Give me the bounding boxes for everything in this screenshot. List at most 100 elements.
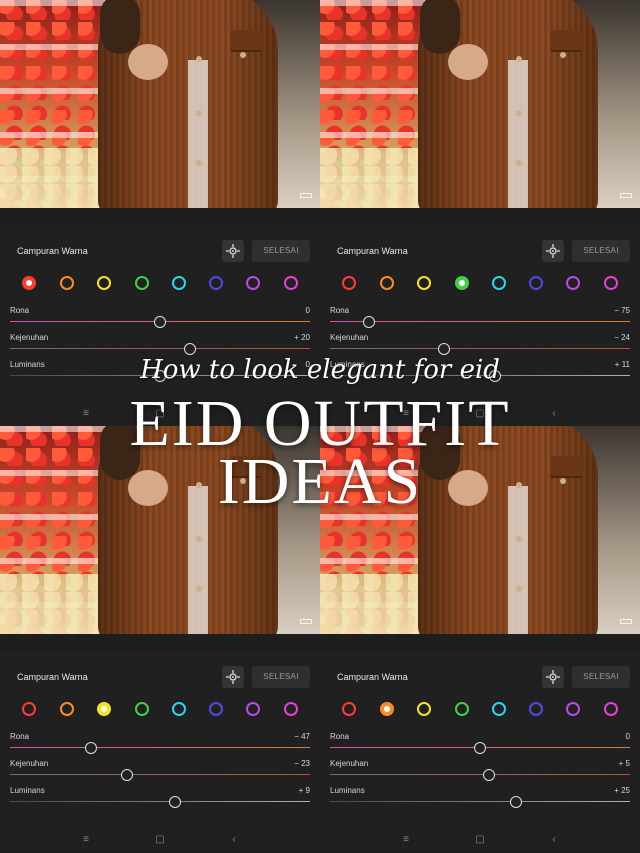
swatch-orange[interactable] bbox=[380, 702, 394, 716]
jacket-button bbox=[516, 110, 522, 116]
jacket-button bbox=[196, 110, 202, 116]
swatch-green[interactable] bbox=[135, 276, 149, 290]
color-mix-panel: Campuran Warna SELESAI Rona − 47 Kejenuhan − … bbox=[0, 652, 320, 852]
overlay-title-line2: IDEAS bbox=[217, 445, 423, 518]
done-button[interactable]: SELESAI bbox=[252, 240, 310, 262]
photo-badge-icon bbox=[620, 619, 632, 624]
slider-knob[interactable] bbox=[121, 769, 133, 781]
outfit-photo bbox=[320, 0, 640, 208]
overlay-subtitle: How to look elegant for eid bbox=[140, 355, 500, 385]
slider-fill bbox=[330, 348, 630, 349]
swatch-yellow[interactable] bbox=[97, 276, 111, 290]
slider-value: − 47 bbox=[294, 732, 310, 741]
swatch-purple[interactable] bbox=[246, 702, 260, 716]
slider-label: Rona bbox=[10, 306, 30, 315]
slider-knob[interactable] bbox=[184, 343, 196, 355]
swatch-green[interactable] bbox=[455, 702, 469, 716]
swatch-orange[interactable] bbox=[380, 276, 394, 290]
slider-value: − 24 bbox=[614, 333, 630, 342]
swatch-aqua[interactable] bbox=[172, 276, 186, 290]
menu-icon[interactable]: ≡ bbox=[80, 834, 92, 846]
target-adjust-button[interactable] bbox=[542, 240, 564, 262]
back-icon[interactable]: ‹ bbox=[228, 834, 240, 846]
slider-knob[interactable] bbox=[483, 769, 495, 781]
swatch-yellow[interactable] bbox=[417, 702, 431, 716]
home-icon[interactable]: ▢ bbox=[154, 834, 166, 846]
swatch-red[interactable] bbox=[342, 276, 356, 290]
slider-label: Kejenuhan bbox=[330, 333, 369, 342]
menu-icon[interactable]: ≡ bbox=[400, 834, 412, 846]
jacket-pocket bbox=[230, 30, 262, 52]
back-icon[interactable]: ‹ bbox=[548, 834, 560, 846]
slider-knob[interactable] bbox=[510, 796, 522, 808]
swatch-blue[interactable] bbox=[529, 702, 543, 716]
slider-row-kejenuhan: Kejenuhan − 23 bbox=[0, 759, 320, 785]
jacket-button bbox=[516, 56, 522, 62]
slider-knob[interactable] bbox=[85, 742, 97, 754]
slider-row-rona: Rona 0 bbox=[0, 306, 320, 332]
slider-fill bbox=[10, 774, 310, 775]
color-swatches bbox=[0, 702, 320, 718]
jacket-button bbox=[196, 160, 202, 166]
color-swatches bbox=[320, 276, 640, 292]
slider-knob[interactable] bbox=[438, 343, 450, 355]
slider-label: Rona bbox=[330, 732, 350, 741]
target-adjust-button[interactable] bbox=[542, 666, 564, 688]
swatch-aqua[interactable] bbox=[492, 702, 506, 716]
slider-label: Rona bbox=[330, 306, 350, 315]
swatch-purple[interactable] bbox=[566, 702, 580, 716]
target-adjust-button[interactable] bbox=[222, 666, 244, 688]
swatch-orange[interactable] bbox=[60, 702, 74, 716]
slider-knob[interactable] bbox=[474, 742, 486, 754]
photo-badge-icon bbox=[300, 193, 312, 198]
swatch-purple[interactable] bbox=[246, 276, 260, 290]
done-button[interactable]: SELESAI bbox=[572, 666, 630, 688]
swatch-yellow[interactable] bbox=[417, 276, 431, 290]
slider-value: 0 bbox=[305, 306, 310, 315]
slider-knob[interactable] bbox=[169, 796, 181, 808]
swatch-magenta[interactable] bbox=[284, 702, 298, 716]
swatch-blue[interactable] bbox=[529, 276, 543, 290]
swatch-blue[interactable] bbox=[209, 276, 223, 290]
swatch-red[interactable] bbox=[342, 702, 356, 716]
jacket-button bbox=[516, 586, 522, 592]
photo-badge-icon bbox=[620, 193, 632, 198]
swatch-magenta[interactable] bbox=[604, 276, 618, 290]
jacket-button bbox=[240, 52, 246, 58]
swatch-magenta[interactable] bbox=[604, 702, 618, 716]
swatch-purple[interactable] bbox=[566, 276, 580, 290]
home-icon[interactable]: ▢ bbox=[474, 834, 486, 846]
slider-label: Kejenuhan bbox=[10, 333, 49, 342]
done-button[interactable]: SELESAI bbox=[572, 240, 630, 262]
swatch-aqua[interactable] bbox=[172, 702, 186, 716]
swatch-orange[interactable] bbox=[60, 276, 74, 290]
hand bbox=[128, 44, 168, 80]
swatch-yellow[interactable] bbox=[97, 702, 111, 716]
swatch-aqua[interactable] bbox=[492, 276, 506, 290]
swatch-magenta[interactable] bbox=[284, 276, 298, 290]
slider-value: + 20 bbox=[294, 333, 310, 342]
system-nav-bar: ≡ ▢ ‹ bbox=[320, 830, 640, 850]
jacket-button bbox=[516, 536, 522, 542]
slider-knob[interactable] bbox=[363, 316, 375, 328]
slider-knob[interactable] bbox=[154, 316, 166, 328]
panel-title: Campuran Warna bbox=[337, 246, 408, 256]
slider-row-rona: Rona − 75 bbox=[320, 306, 640, 332]
done-button[interactable]: SELESAI bbox=[252, 666, 310, 688]
panel-header: Campuran Warna SELESAI bbox=[0, 664, 320, 690]
slider-label: Luminans bbox=[330, 786, 365, 795]
swatch-blue[interactable] bbox=[209, 702, 223, 716]
panel-title: Campuran Warna bbox=[17, 246, 88, 256]
slider-value: + 5 bbox=[618, 759, 630, 768]
swatch-green[interactable] bbox=[455, 276, 469, 290]
swatch-red[interactable] bbox=[22, 276, 36, 290]
swatch-red[interactable] bbox=[22, 702, 36, 716]
slider-label: Kejenuhan bbox=[10, 759, 49, 768]
color-swatches bbox=[0, 276, 320, 292]
swatch-green[interactable] bbox=[135, 702, 149, 716]
slider-value: 0 bbox=[625, 732, 630, 741]
target-icon bbox=[546, 670, 560, 684]
jacket-button bbox=[516, 160, 522, 166]
target-adjust-button[interactable] bbox=[222, 240, 244, 262]
jacket-button bbox=[560, 52, 566, 58]
